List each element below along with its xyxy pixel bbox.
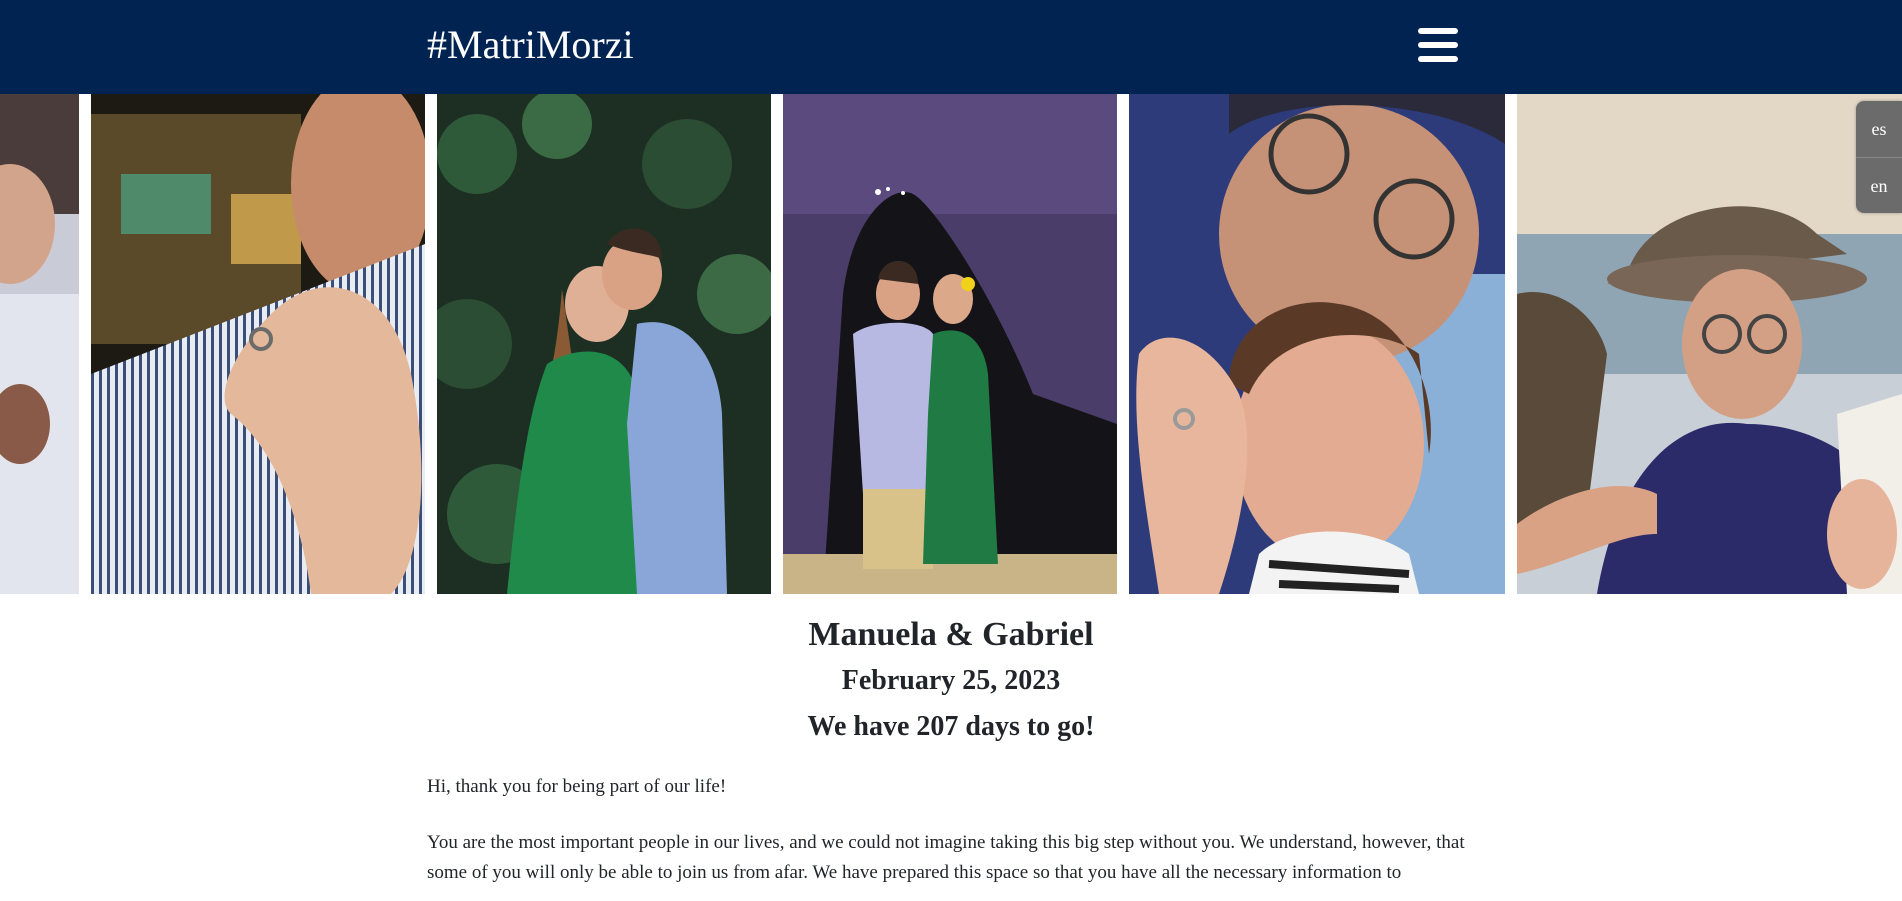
photo-image	[1129, 94, 1505, 594]
gallery-photo[interactable]	[783, 94, 1117, 594]
couple-names-heading: Manuela & Gabriel	[808, 616, 1094, 653]
wedding-date-heading: February 25, 2023	[841, 665, 1061, 696]
gallery-photo[interactable]	[91, 94, 425, 594]
intro-greeting: Hi, thank you for being part of our life…	[427, 776, 727, 797]
intro-paragraph: You are the most important people in our…	[427, 832, 1465, 883]
hamburger-bar	[1418, 56, 1458, 62]
gallery-photo[interactable]	[0, 94, 79, 594]
language-option-en[interactable]: en	[1856, 158, 1902, 214]
countdown-heading: We have 207 days to go!	[807, 711, 1095, 742]
photo-image	[91, 94, 425, 594]
gallery-photo[interactable]	[1517, 94, 1902, 594]
photo-image	[783, 94, 1117, 594]
photo-gallery	[0, 94, 1902, 594]
gallery-photo[interactable]	[437, 94, 771, 594]
photo-image	[437, 94, 771, 594]
language-switcher: es en	[1856, 101, 1902, 213]
main-content: Manuela & Gabriel February 25, 2023 We h…	[427, 594, 1475, 888]
site-brand[interactable]: #MatriMorzi	[427, 22, 634, 68]
hamburger-bar	[1418, 42, 1458, 48]
gallery-photo[interactable]	[1129, 94, 1505, 594]
top-navbar: #MatriMorzi	[0, 0, 1902, 95]
photo-image	[1517, 94, 1902, 594]
hamburger-menu-icon[interactable]	[1418, 28, 1458, 62]
hamburger-bar	[1418, 28, 1458, 34]
language-option-es[interactable]: es	[1856, 101, 1902, 158]
photo-image	[0, 94, 79, 594]
